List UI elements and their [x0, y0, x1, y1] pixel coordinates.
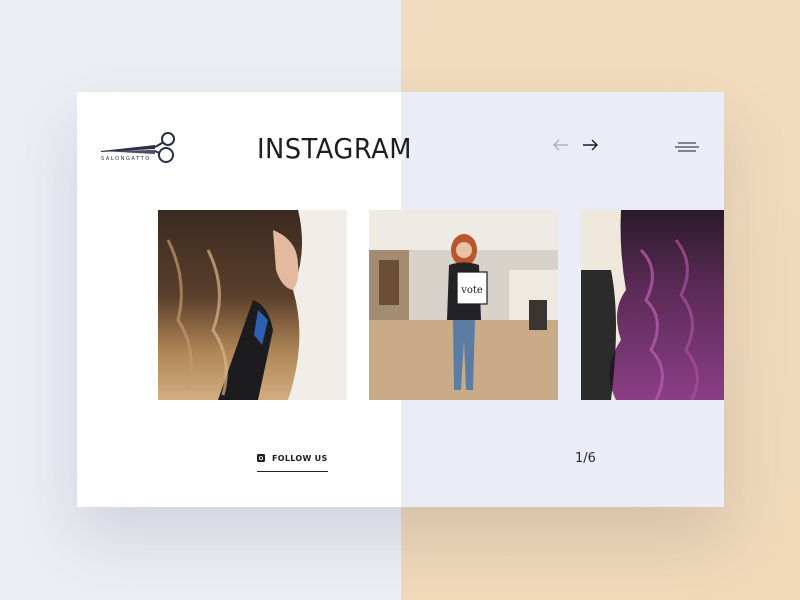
gallery-photo-1[interactable] [158, 210, 347, 400]
menu-button[interactable] [675, 140, 699, 152]
gallery-photo-3[interactable] [581, 210, 724, 400]
arrow-left-icon [553, 139, 568, 151]
page-counter: 1/6 [575, 451, 596, 466]
vote-sign-text: vote [460, 285, 483, 296]
prev-button[interactable] [551, 137, 571, 153]
hamburger-icon [675, 142, 699, 152]
photo-purple-curls [581, 210, 724, 400]
next-button[interactable] [580, 137, 600, 153]
brand-name: SALONGATTO [101, 156, 151, 162]
page-title: INSTAGRAM [257, 132, 412, 165]
gallery-photo-2[interactable]: vote [369, 210, 558, 400]
follow-us-link[interactable]: FOLLOW US [257, 449, 328, 472]
arrow-right-icon [583, 139, 598, 151]
follow-us-label: FOLLOW US [272, 453, 328, 463]
photo-vote-sign: vote [369, 210, 558, 400]
photo-brunette-waves [158, 210, 347, 400]
instagram-icon [257, 454, 265, 462]
instagram-card: SALONGATTO INSTAGRAM vote FOLLOW US 1/6 [77, 92, 724, 507]
